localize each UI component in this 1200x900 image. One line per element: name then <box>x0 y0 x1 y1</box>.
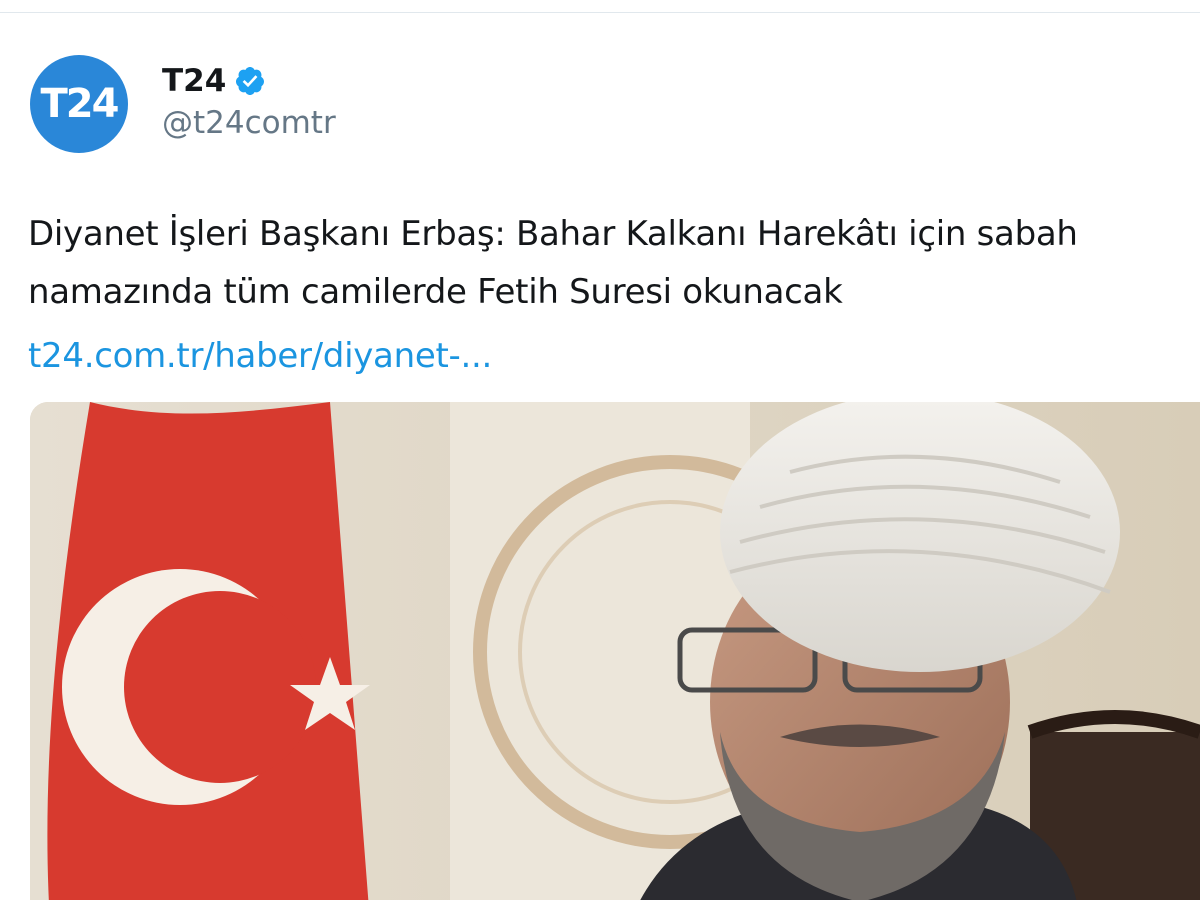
photo-illustration <box>30 402 1200 900</box>
avatar-logo-text: T24 <box>40 81 120 127</box>
tweet-photo[interactable] <box>30 402 1200 900</box>
avatar[interactable]: T24 <box>30 55 128 153</box>
divider <box>0 12 1200 13</box>
handle[interactable]: @t24comtr <box>162 105 336 141</box>
verified-badge-icon <box>234 65 266 97</box>
author-info[interactable]: T24 @t24comtr <box>162 59 336 141</box>
tweet-text: Diyanet İşleri Başkanı Erbaş: Bahar Kalk… <box>28 205 1188 321</box>
turkish-flag <box>47 402 370 900</box>
tweet-text-line: Diyanet İşleri Başkanı Erbaş: Bahar Kalk… <box>28 214 1078 254</box>
tweet-header: T24 T24 @t24comtr <box>30 55 336 153</box>
name-row: T24 <box>162 59 336 103</box>
tweet-view: T24 T24 @t24comtr Diyanet İşleri Başkanı… <box>0 0 1200 900</box>
tweet-text-line: namazında tüm camilerde Fetih Suresi oku… <box>28 272 843 312</box>
tweet-link[interactable]: t24.com.tr/haber/diyanet-... <box>28 327 492 385</box>
display-name[interactable]: T24 <box>162 63 226 99</box>
